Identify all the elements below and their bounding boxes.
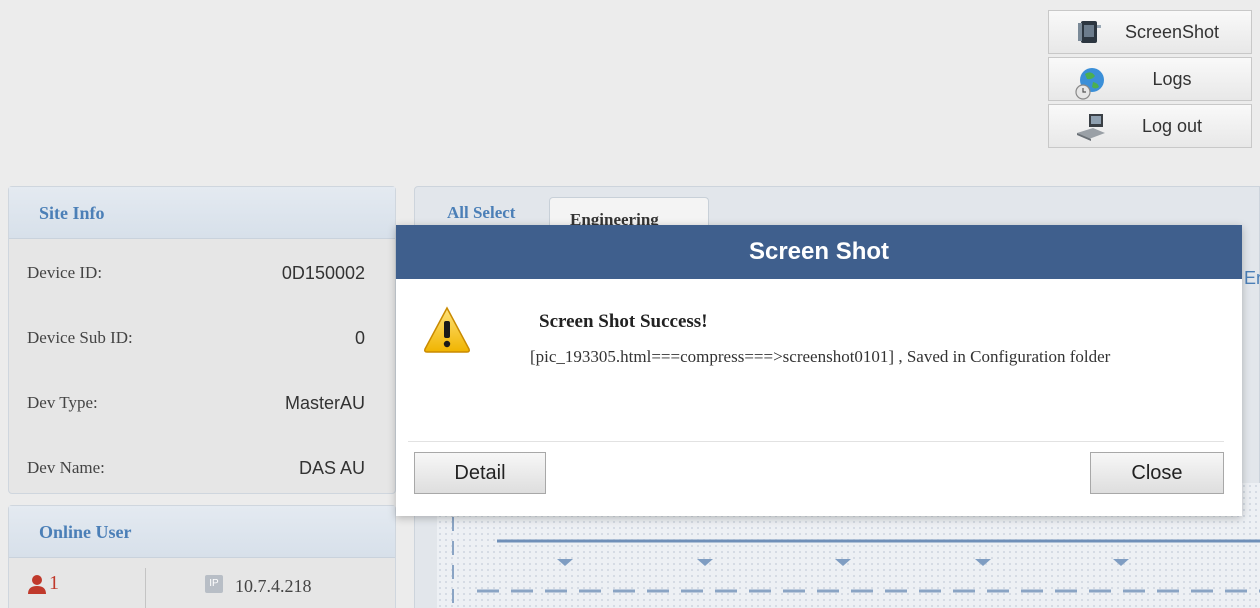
site-info-title: Site Info: [9, 187, 395, 239]
screenshot-button[interactable]: ScreenShot: [1048, 10, 1252, 54]
divider: [145, 568, 146, 608]
top-actions: ScreenShot Logs Log out: [1048, 10, 1252, 151]
online-user-ip: 10.7.4.218: [235, 576, 312, 596]
online-user-title: Online User: [9, 506, 395, 558]
divider: [408, 441, 1224, 442]
ip-icon: IP: [205, 575, 223, 593]
detail-button[interactable]: Detail: [414, 452, 546, 494]
computer-logout-icon: [1075, 113, 1105, 141]
message-body: [pic_193305.html===compress===>screensho…: [530, 347, 1111, 366]
dev-name-value: DAS AU: [298, 458, 365, 478]
camera-icon: [1075, 19, 1105, 47]
dev-type-label: Dev Type:: [27, 393, 98, 412]
message-title: Screen Shot Success!: [539, 311, 708, 332]
online-user-row: 1 IP 10.7.4.218: [9, 558, 395, 608]
info-row-dev-name: Dev Name: DAS AU: [9, 434, 395, 499]
online-user-count: 1: [49, 572, 59, 594]
logs-button[interactable]: Logs: [1048, 57, 1252, 101]
device-sub-id-label: Device Sub ID:: [27, 328, 133, 347]
tab-all-select[interactable]: All Select: [447, 203, 515, 223]
info-row-device-sub-id: Device Sub ID: 0: [9, 304, 395, 369]
dialog-title: Screen Shot: [396, 225, 1242, 279]
device-id-value: 0D150002: [281, 263, 365, 283]
dev-name-label: Dev Name:: [27, 458, 105, 477]
device-id-label: Device ID:: [27, 263, 103, 282]
logs-label: Logs: [1152, 68, 1192, 89]
globe-clock-icon: [1075, 66, 1105, 100]
logout-label: Log out: [1141, 115, 1203, 136]
user-icon: [27, 574, 47, 594]
device-sub-id-value: 0: [354, 328, 365, 348]
behind-header-fragment: En: [1244, 268, 1260, 288]
info-row-dev-type: Dev Type: MasterAU: [9, 369, 395, 434]
warning-icon: [423, 305, 471, 355]
screenshot-label: ScreenShot: [1124, 21, 1220, 42]
logout-button[interactable]: Log out: [1048, 104, 1252, 148]
site-info-panel: Site Info Device ID: 0D150002 Device Sub…: [8, 186, 396, 494]
close-button[interactable]: Close: [1090, 452, 1224, 494]
info-row-device-id: Device ID: 0D150002: [9, 239, 395, 304]
online-user-panel: Online User 1 IP 10.7.4.218: [8, 505, 396, 608]
screenshot-dialog: Screen Shot Screen Shot Success! [pic_19…: [396, 225, 1242, 516]
dev-type-value: MasterAU: [284, 393, 365, 413]
